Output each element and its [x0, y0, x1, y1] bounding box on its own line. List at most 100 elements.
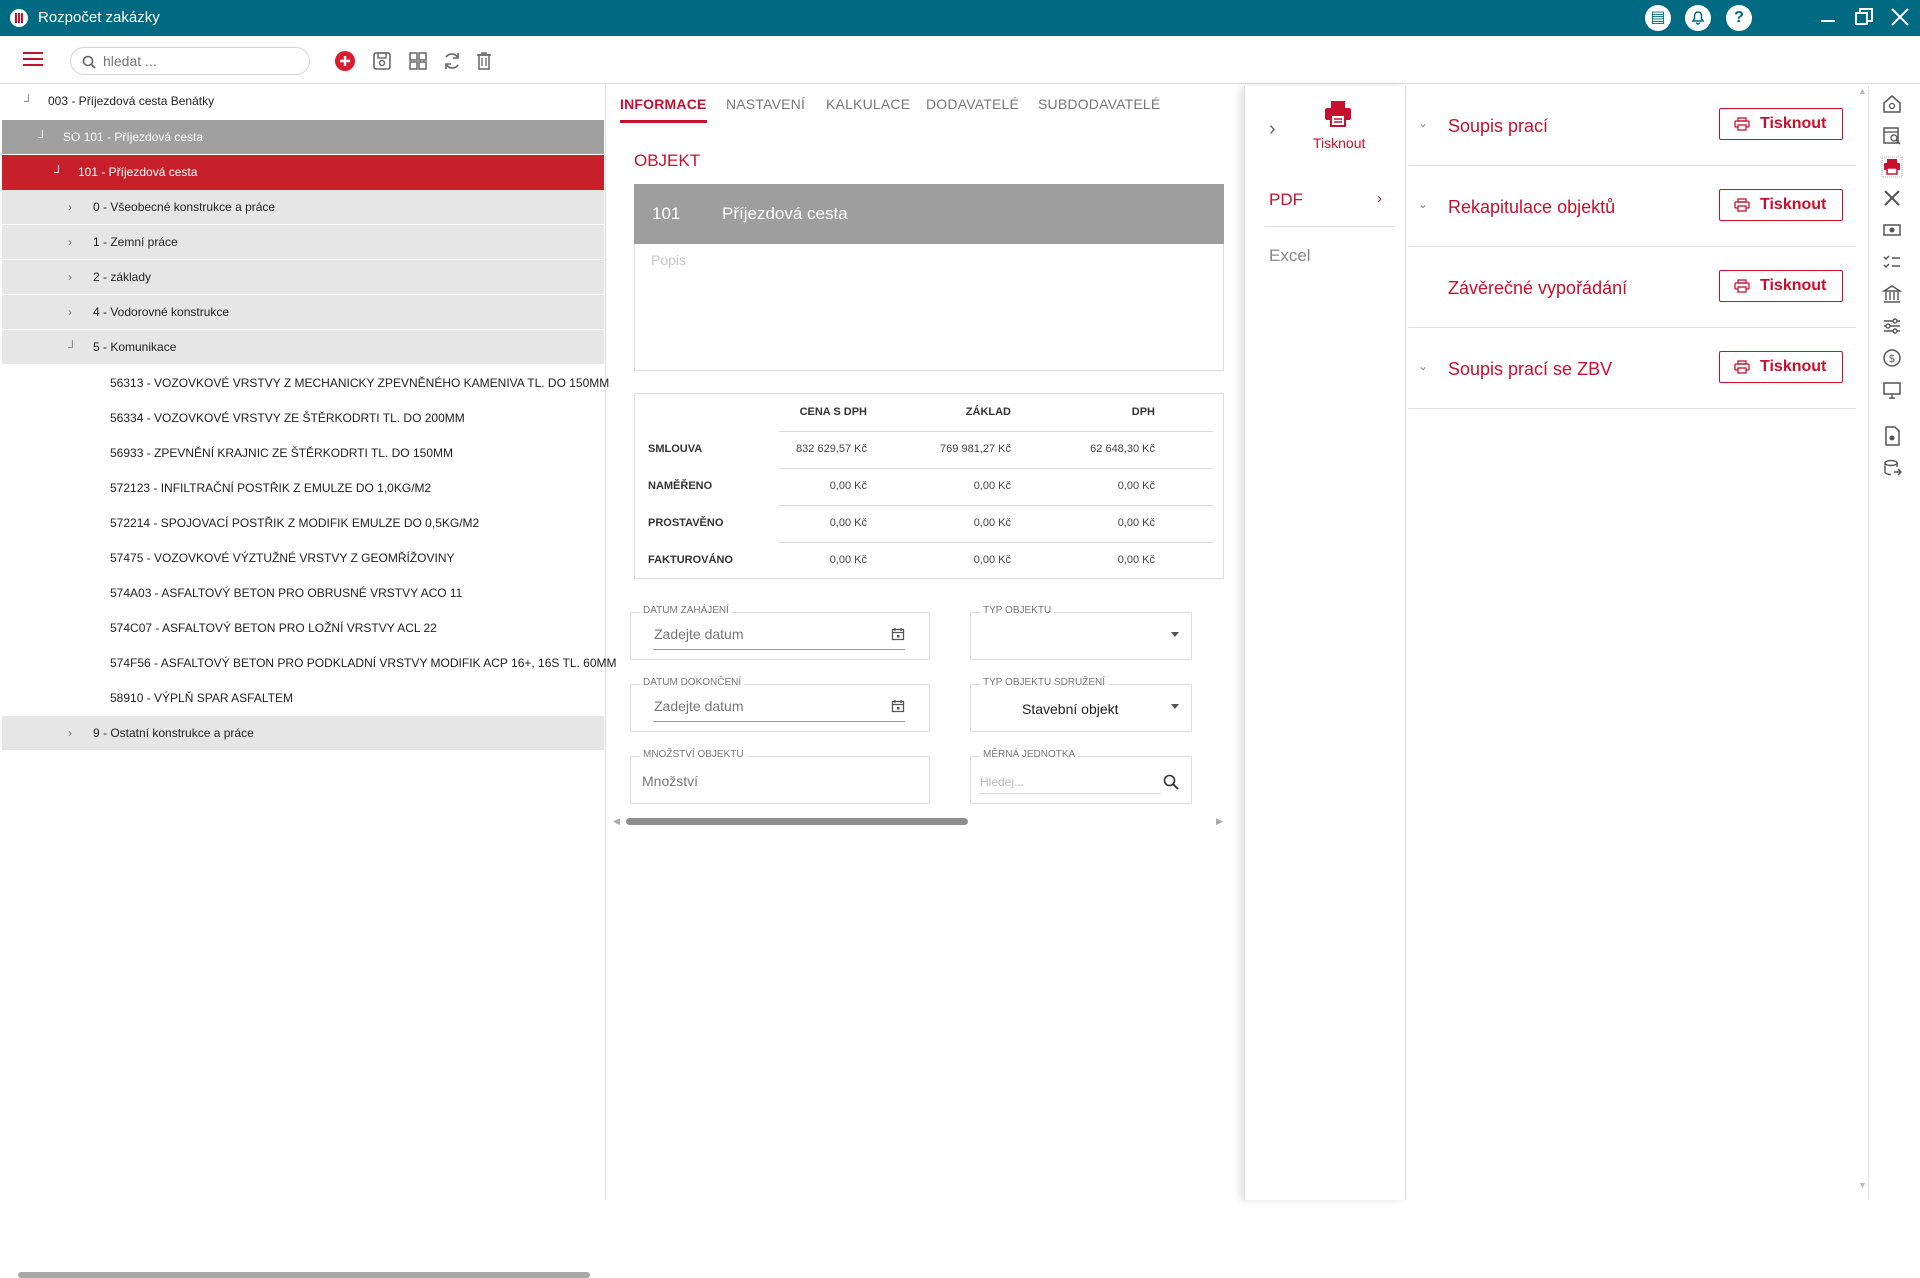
minimize-icon[interactable]	[1815, 4, 1841, 30]
row-label: FAKTUROVÁNO	[648, 554, 733, 566]
tools-icon[interactable]	[1881, 187, 1903, 209]
scroll-left-arrow[interactable]: ◀	[613, 816, 620, 827]
field-label: MNOŽSTVÍ OBJEKTU	[640, 749, 747, 760]
object-group-type-select[interactable]: TYP OBJEKTU SDRUŽENÍ Stavební objekt	[970, 677, 1192, 732]
tab-kalkulace[interactable]: KALKULACE	[826, 96, 910, 112]
unit-search-field[interactable]: MĚRNÁ JEDNOTKA Hledej...	[970, 749, 1192, 804]
toolbar	[0, 36, 1920, 84]
tree-item[interactable]: 572214 - SPOJOVACÍ POSTŘIK Z MODIFIK EMU…	[2, 506, 604, 541]
description-field[interactable]: Popis	[634, 244, 1224, 371]
chevron-down-icon[interactable]: ⌄	[1418, 197, 1428, 211]
file-icon[interactable]	[1881, 425, 1903, 447]
sliders-icon[interactable]	[1881, 315, 1903, 337]
restore-icon[interactable]	[1851, 4, 1877, 30]
start-date-field[interactable]: DATUM ZAHÁJENÍ Zadejte datum	[630, 605, 930, 660]
svg-text:$: $	[1889, 352, 1896, 365]
calendar-icon[interactable]	[891, 699, 905, 713]
monitor-icon[interactable]	[1881, 379, 1903, 401]
menu-item-excel[interactable]: Excel	[1269, 246, 1311, 266]
tree-item[interactable]: 574A03 - ASFALTOVÝ BETON PRO OBRUSNÉ VRS…	[2, 576, 604, 611]
tree-group[interactable]: › 4 - Vodorovné konstrukce	[2, 295, 604, 330]
search-input[interactable]	[103, 52, 293, 70]
tab-informace[interactable]: INFORMACE	[620, 96, 707, 123]
search-icon[interactable]	[1163, 774, 1179, 790]
chevron-down-icon[interactable]: ⌄	[1418, 359, 1428, 373]
report-list: ⌄ Soupis prací Tisknout ⌄ Rekapitulace o…	[1408, 86, 1856, 1200]
tree-item[interactable]: 574C07 - ASFALTOVÝ BETON PRO LOŽNÍ VRSTV…	[2, 611, 604, 646]
field-placeholder: Množství	[642, 773, 699, 789]
tree-item[interactable]: 56334 - VOZOVKOVÉ VRSTVY ZE ŠTĚRKODRTI T…	[2, 401, 604, 436]
scroll-up-arrow[interactable]: ▲	[1858, 86, 1867, 96]
menu-icon[interactable]	[23, 52, 43, 68]
tree-item[interactable]: 57475 - VOZOVKOVÉ VÝZTUŽNÉ VRSTVY Z GEOM…	[2, 541, 604, 576]
print-report-button[interactable]: Tisknout	[1719, 351, 1843, 383]
tab-dodavatele[interactable]: DODAVATELÉ	[926, 96, 1019, 112]
trash-icon[interactable]	[473, 50, 495, 72]
tree-group[interactable]: › 1 - Zemní práce	[2, 225, 604, 260]
table-cell: 832 629,57 Kč	[796, 443, 867, 455]
object-name: Příjezdová cesta	[722, 204, 848, 223]
calendar-icon[interactable]	[891, 627, 905, 641]
tree-item[interactable]: 574F56 - ASFALTOVÝ BETON PRO PODKLADNÍ V…	[2, 646, 617, 681]
tab-subdodavatele[interactable]: SUBDODAVATELÉ	[1038, 96, 1160, 112]
print-header[interactable]: Tisknout	[1313, 100, 1365, 151]
tree-so[interactable]: ┘ SO 101 - Příjezdová cesta	[2, 120, 604, 155]
search-icon	[82, 55, 96, 69]
print-report-button[interactable]: Tisknout	[1719, 270, 1843, 302]
chevron-down-icon[interactable]: ⌄	[1418, 116, 1428, 130]
chevron-right-icon[interactable]: ›	[1269, 118, 1276, 141]
database-export-icon[interactable]	[1881, 457, 1903, 479]
scroll-down-arrow[interactable]: ▼	[1858, 1180, 1867, 1190]
tree-item[interactable]: 56313 - VOZOVKOVÉ VRSTVY Z MECHANICKY ZP…	[2, 366, 609, 401]
print-menu: › Tisknout PDF › Excel	[1244, 86, 1406, 1200]
form-horizontal-scrollbar[interactable]	[626, 818, 968, 825]
bell-icon[interactable]	[1685, 5, 1711, 31]
document-search-icon[interactable]	[1881, 125, 1903, 147]
field-label: TYP OBJEKTU SDRUŽENÍ	[980, 677, 1109, 688]
help-icon[interactable]: ?	[1726, 5, 1752, 31]
save-icon[interactable]	[371, 50, 393, 72]
tree-item[interactable]: 56933 - ZPEVNĚNÍ KRAJNIC ZE ŠTĚRKODRTI T…	[2, 436, 604, 471]
column-header: DPH	[1131, 406, 1155, 418]
chevron-down-icon	[1171, 632, 1179, 637]
home-search-icon[interactable]	[1881, 93, 1903, 115]
tree-group-expanded[interactable]: ┘ 5 - Komunikace	[2, 330, 604, 365]
money-icon[interactable]	[1881, 219, 1903, 241]
document-icon[interactable]: ▤	[1645, 5, 1671, 31]
tree-object-selected[interactable]: ┘ 101 - Příjezdová cesta	[2, 155, 604, 190]
tree-root[interactable]: ┘ 003 - Příjezdová cesta Benátky	[2, 84, 604, 119]
tree-group[interactable]: › 0 - Všeobecné konstrukce a práce	[2, 190, 604, 225]
table-cell: 0,00 Kč	[973, 480, 1011, 492]
printer-icon	[1734, 279, 1750, 293]
tree-group[interactable]: › 9 - Ostatní konstrukce a práce	[2, 716, 604, 751]
add-icon[interactable]	[334, 50, 356, 72]
tab-nastaveni[interactable]: NASTAVENÍ	[726, 96, 805, 112]
search-box[interactable]	[70, 47, 310, 75]
object-type-select[interactable]: TYP OBJEKTU	[970, 605, 1192, 660]
report-title: Soupis prací se ZBV	[1448, 359, 1613, 379]
title-bar: Rozpočet zakázky ▤ ?	[0, 0, 1920, 36]
tree-item[interactable]: 572123 - INFILTRAČNÍ POSTŘIK Z EMULZE DO…	[2, 471, 604, 506]
print-report-button[interactable]: Tisknout	[1719, 189, 1843, 221]
field-placeholder: Zadejte datum	[654, 698, 744, 714]
quantity-field[interactable]: MNOŽSTVÍ OBJEKTU Množství	[630, 749, 930, 804]
grid-icon[interactable]	[407, 50, 429, 72]
field-placeholder: Hledej...	[980, 775, 1025, 789]
printer-icon[interactable]	[1881, 156, 1903, 178]
end-date-field[interactable]: DATUM DOKONČENÍ Zadejte datum	[630, 677, 930, 732]
field-placeholder: Zadejte datum	[654, 626, 744, 642]
tree-item[interactable]: 58910 - VÝPLŇ SPAR ASFALTEM	[2, 681, 604, 716]
checklist-icon[interactable]	[1881, 251, 1903, 273]
scroll-right-arrow[interactable]: ▶	[1216, 816, 1223, 827]
field-label: TYP OBJEKTU	[980, 605, 1055, 616]
tree-group[interactable]: › 2 - základy	[2, 260, 604, 295]
bank-icon[interactable]	[1881, 283, 1903, 305]
close-icon[interactable]	[1887, 4, 1913, 30]
tree-horizontal-scrollbar[interactable]	[18, 1272, 590, 1278]
refresh-icon[interactable]	[441, 50, 463, 72]
field-label: DATUM ZAHÁJENÍ	[640, 605, 732, 616]
menu-item-pdf[interactable]: PDF	[1269, 190, 1303, 210]
print-report-button[interactable]: Tisknout	[1719, 108, 1843, 140]
dollar-icon[interactable]: $	[1881, 347, 1903, 369]
table-cell: 0,00 Kč	[829, 554, 867, 566]
